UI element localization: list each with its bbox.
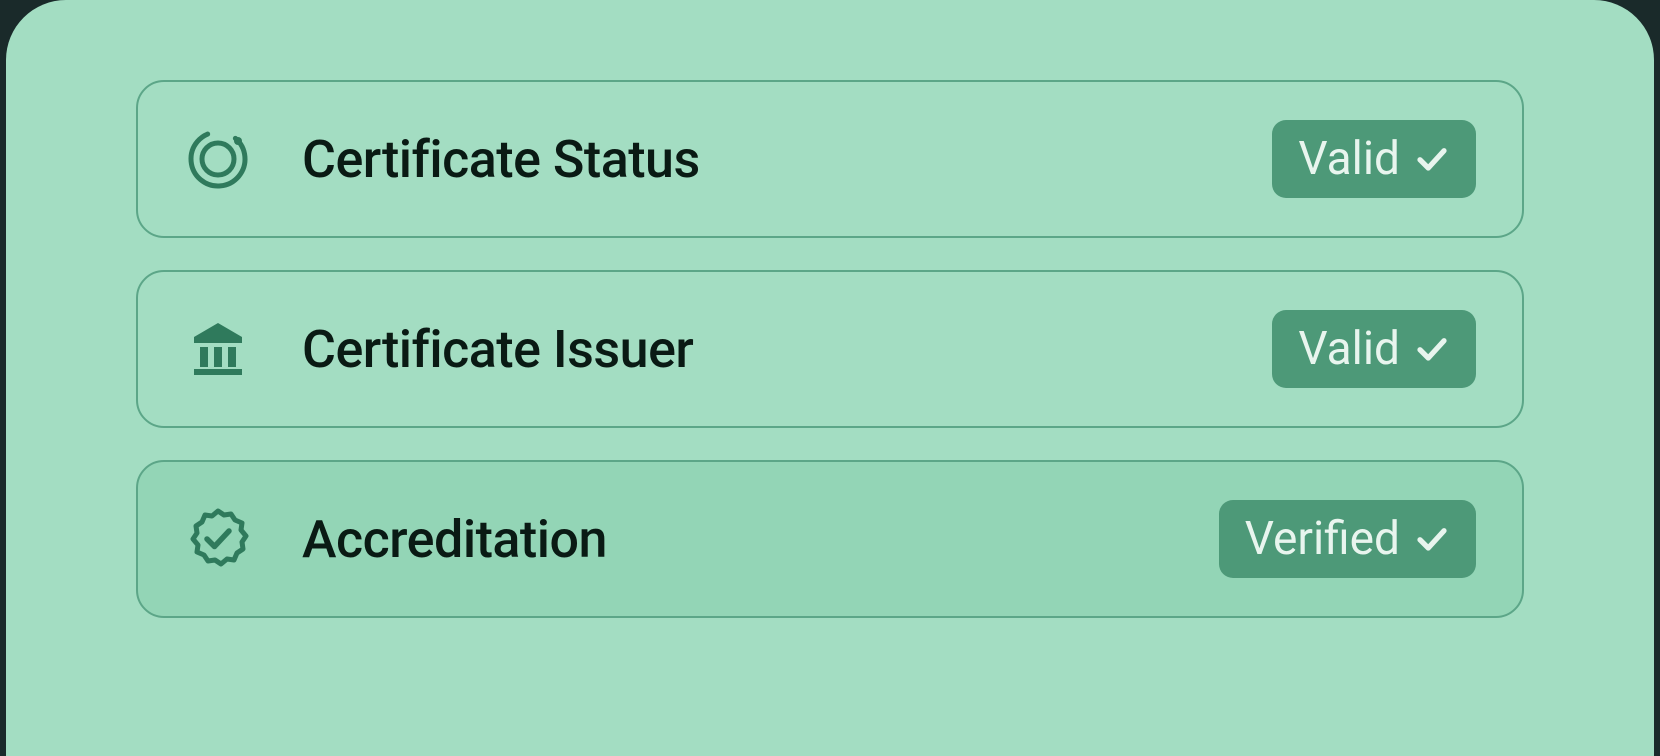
status-circle-icon <box>184 125 252 193</box>
badge-text: Valid <box>1298 322 1400 376</box>
certificate-panel: Certificate Status Valid Certificate Iss… <box>6 0 1654 756</box>
row-label: Accreditation <box>302 509 1169 570</box>
status-badge: Valid <box>1272 120 1476 198</box>
row-label: Certificate Issuer <box>302 319 1222 380</box>
accreditation-row[interactable]: Accreditation Verified <box>136 460 1524 618</box>
verified-seal-icon <box>184 505 252 573</box>
row-label: Certificate Status <box>302 129 1222 190</box>
check-icon <box>1414 141 1450 177</box>
badge-text: Valid <box>1298 132 1400 186</box>
badge-text: Verified <box>1245 512 1400 566</box>
check-icon <box>1414 331 1450 367</box>
certificate-status-row[interactable]: Certificate Status Valid <box>136 80 1524 238</box>
certificate-issuer-row[interactable]: Certificate Issuer Valid <box>136 270 1524 428</box>
status-badge: Valid <box>1272 310 1476 388</box>
check-icon <box>1414 521 1450 557</box>
institution-icon <box>184 315 252 383</box>
status-badge: Verified <box>1219 500 1476 578</box>
